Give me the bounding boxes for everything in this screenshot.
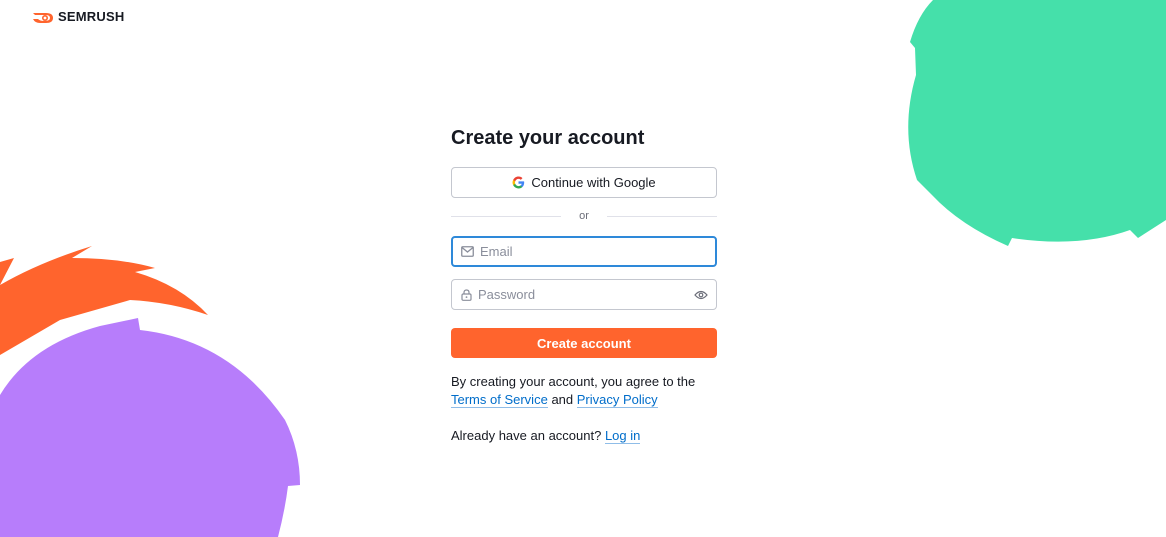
divider-line-left — [451, 215, 562, 217]
password-field-wrapper — [451, 279, 717, 310]
divider-text: or — [579, 210, 589, 222]
eye-icon[interactable] — [694, 290, 708, 300]
mail-icon — [461, 246, 474, 257]
google-button-label: Continue with Google — [531, 175, 656, 190]
login-prompt: Already have an account? Log in — [451, 427, 717, 445]
green-decor-shape — [908, 0, 1166, 246]
semrush-flame-logo-icon — [32, 10, 54, 24]
background-decor — [0, 0, 1166, 537]
email-field-wrapper — [451, 236, 717, 267]
privacy-policy-link[interactable]: Privacy Policy — [576, 392, 658, 408]
signup-page: SEMRUSH Create your account Continue wit… — [0, 0, 1166, 537]
log-in-link[interactable]: Log in — [604, 428, 641, 444]
page-title: Create your account — [451, 127, 645, 149]
divider-line-right — [606, 215, 717, 217]
or-divider: or — [451, 208, 717, 224]
orange-decor-shape — [0, 246, 208, 355]
create-account-button[interactable]: Create account — [451, 328, 717, 358]
email-input[interactable] — [480, 241, 707, 262]
terms-text: By creating your account, you agree to t… — [451, 373, 717, 409]
login-prefix: Already have an account? — [451, 428, 602, 443]
semrush-logo[interactable]: SEMRUSH — [32, 9, 124, 24]
brand-name: SEMRUSH — [58, 9, 125, 24]
signup-form: Create your account Continue with Google… — [451, 124, 717, 444]
password-input[interactable] — [478, 284, 688, 305]
terms-prefix: By creating your account, you agree to t… — [451, 374, 696, 389]
google-icon — [512, 176, 525, 189]
terms-of-service-link[interactable]: Terms of Service — [451, 392, 548, 408]
continue-with-google-button[interactable]: Continue with Google — [451, 167, 717, 198]
purple-decor-shape — [0, 318, 300, 537]
terms-and: and — [551, 392, 574, 407]
lock-icon — [461, 288, 472, 301]
